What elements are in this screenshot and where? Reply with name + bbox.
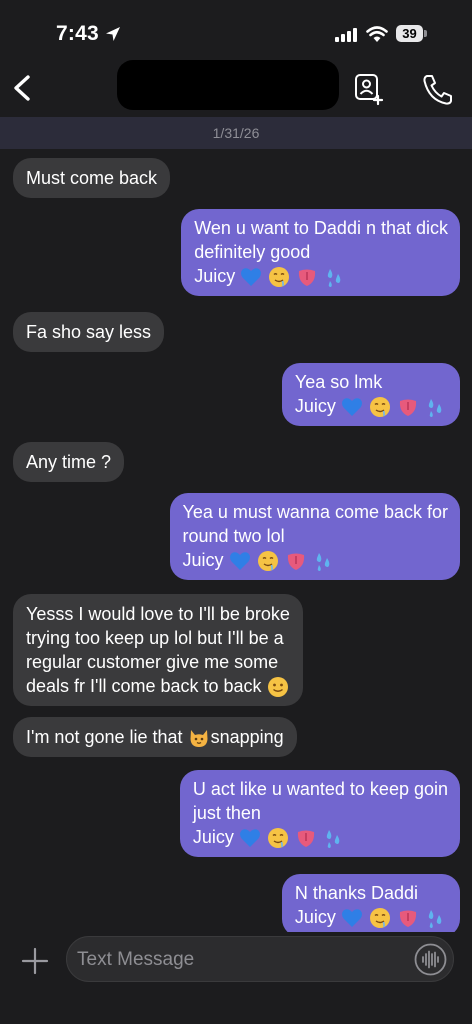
- date-separator: 1/31/26: [0, 117, 472, 149]
- cat-face-icon: [190, 730, 208, 748]
- message-composer: Text Message: [0, 932, 472, 1024]
- wifi-icon: [366, 26, 388, 42]
- drooling-face-icon: [369, 397, 390, 418]
- message-input-placeholder: Text Message: [77, 949, 195, 970]
- sweat-droplets-icon: [316, 553, 329, 572]
- message-text: Juicy: [182, 550, 224, 570]
- message-text: U act like u wanted to keep goin: [192, 779, 448, 799]
- message-bubble-incoming[interactable]: Must come back: [13, 158, 171, 198]
- location-arrow-icon: [106, 27, 120, 41]
- blue-heart-icon: [241, 268, 262, 287]
- drooling-face-icon: [269, 267, 290, 288]
- signal-icon: [335, 28, 357, 42]
- blue-heart-icon: [239, 829, 260, 848]
- message-signature: Juicy: [295, 394, 448, 418]
- phone-icon[interactable]: [420, 72, 456, 106]
- plus-icon[interactable]: [20, 946, 50, 976]
- tongue-icon: [299, 269, 316, 287]
- message-bubble-outgoing[interactable]: Wen u want to Daddi n that dick definite…: [181, 209, 460, 296]
- sweat-droplets-icon: [428, 399, 442, 418]
- battery-icon: 39: [396, 25, 427, 42]
- sweat-droplets-icon: [328, 269, 341, 288]
- message-signature: Juicy: [193, 825, 448, 849]
- message-text: trying too keep up lol but I'll be a: [26, 628, 284, 648]
- conversation-header: [0, 60, 472, 118]
- drooling-face-icon: [257, 551, 278, 572]
- message-text: Juicy: [194, 266, 236, 286]
- tongue-icon: [297, 830, 315, 848]
- audio-waveform-icon[interactable]: [414, 943, 447, 976]
- message-text: Juicy: [294, 396, 336, 416]
- sweat-droplets-icon: [326, 830, 340, 849]
- drooling-face-icon: [369, 908, 390, 929]
- drooling-face-icon: [267, 828, 288, 849]
- message-signature: Juicy: [194, 264, 448, 288]
- message-text: deals fr I'll come back to back: [26, 676, 262, 696]
- message-text: N thanks Daddi: [294, 883, 418, 903]
- message-bubble-incoming[interactable]: Any time ?: [13, 442, 125, 482]
- blue-heart-icon: [341, 909, 362, 928]
- battery-level: 39: [396, 25, 423, 42]
- message-bubble-incoming[interactable]: Yesss I would love to I'll be broke tryi…: [13, 594, 303, 706]
- message-bubble-incoming[interactable]: Fa sho say less: [13, 312, 165, 352]
- message-text: just then: [192, 803, 261, 823]
- contact-card-icon[interactable]: [352, 72, 386, 106]
- message-text: Juicy: [192, 827, 234, 847]
- message-text: regular customer give me some: [26, 652, 279, 672]
- message-bubble-incoming[interactable]: I'm not gone lie that snapping: [13, 717, 297, 757]
- message-list[interactable]: Must come back Wen u want to Daddi n tha…: [0, 150, 472, 932]
- message-last-line: deals fr I'll come back to back: [26, 674, 290, 698]
- message-text: I'm not gone lie that: [26, 727, 183, 747]
- contact-name-redacted[interactable]: [117, 60, 339, 110]
- message-text: Must come back: [26, 168, 158, 188]
- message-signature: Juicy: [295, 905, 448, 929]
- message-text: Yea so lmk: [294, 372, 383, 392]
- back-chevron-icon[interactable]: [8, 68, 38, 108]
- message-text: Juicy: [294, 907, 336, 927]
- message-input[interactable]: Text Message: [66, 936, 454, 982]
- message-signature: Juicy: [183, 548, 448, 572]
- message-text: round two lol: [182, 526, 285, 546]
- message-text: Wen u want to Daddi n that dick: [194, 218, 448, 238]
- tongue-icon: [399, 910, 417, 928]
- message-text: Yesss I would love to I'll be broke: [26, 604, 290, 624]
- sweat-droplets-icon: [428, 910, 442, 929]
- blue-heart-icon: [341, 398, 362, 417]
- message-text: Yea u must wanna come back for: [182, 502, 448, 522]
- message-bubble-outgoing[interactable]: Yea u must wanna come back for round two…: [169, 493, 460, 580]
- message-text: snapping: [210, 727, 284, 747]
- slightly-smiling-face-icon: [267, 677, 288, 698]
- message-bubble-outgoing[interactable]: N thanks Daddi Juicy: [281, 874, 460, 932]
- date-label: 1/31/26: [212, 125, 260, 141]
- message-bubble-outgoing[interactable]: U act like u wanted to keep goin just th…: [179, 770, 460, 857]
- status-time: 7:43: [56, 22, 99, 45]
- message-text: Any time ?: [26, 452, 112, 472]
- tongue-icon: [399, 399, 417, 417]
- message-text: Fa sho say less: [26, 322, 152, 342]
- blue-heart-icon: [229, 552, 250, 571]
- tongue-icon: [287, 553, 304, 571]
- status-bar: 7:43 39: [0, 0, 472, 64]
- message-bubble-outgoing[interactable]: Yea so lmk Juicy: [281, 363, 460, 426]
- message-text: definitely good: [194, 242, 311, 262]
- message-line: I'm not gone lie that snapping: [26, 725, 284, 749]
